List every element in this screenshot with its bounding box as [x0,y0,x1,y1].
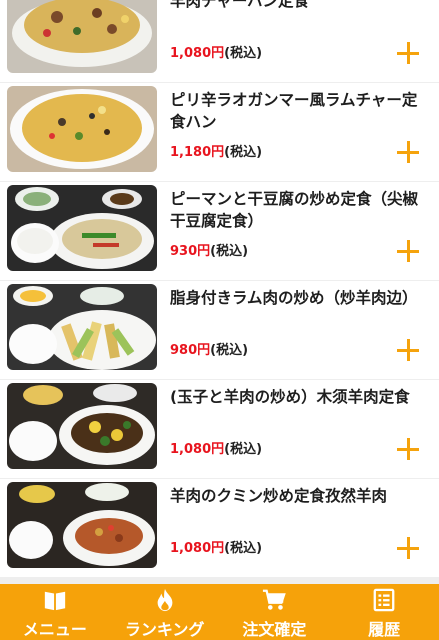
tab-label: 履歴 [368,620,401,639]
tax-label: (税込) [224,46,263,61]
price-value: 930円 [170,244,211,259]
tab-confirm-order[interactable]: 注文確定 [220,584,330,640]
tax-label: (税込) [210,343,249,358]
tab-menu[interactable]: メニュー [0,584,110,640]
tax-label: (税込) [210,244,249,259]
tax-label: (税込) [224,145,263,160]
menu-item-price: 1,080円(税込) [170,46,262,62]
menu-item-name: 羊肉チャーハン定食 [170,0,310,10]
add-to-cart-plus-icon[interactable] [397,141,419,163]
tab-label: ランキング [124,620,205,639]
food-photo [7,482,157,568]
price-value: 1,180円 [170,145,225,160]
food-photo [7,185,157,271]
menu-item-name: (玉子と羊肉の炒め）木须羊肉定食 [170,388,410,406]
menu-item-name: 脂身付きラム肉の炒め（炒羊肉边） [170,289,418,307]
cart-icon [263,589,287,610]
menu-item-card[interactable]: ピーマンと干豆腐の炒め定食（尖椒干豆腐定食） 930円(税込) [0,182,439,280]
tab-history[interactable]: 履歴 [329,584,439,640]
food-photo [7,284,157,370]
tax-label: (税込) [224,541,263,556]
add-to-cart-plus-icon[interactable] [397,537,419,559]
menu-list: 羊肉チャーハン定食 1,080円(税込) ピリ辛ラオガンマー風ラムチャー定食ハン… [0,0,439,578]
book-icon [44,591,66,611]
menu-item-card[interactable]: 羊肉チャーハン定食 1,080円(税込) [0,0,439,82]
history-list-icon [373,588,395,612]
bottom-tab-bar: メニュー ランキング 注文確定 履歴 [0,584,439,640]
menu-item-name: 羊肉のクミン炒め定食孜然羊肉 [170,487,388,505]
flame-icon [157,588,173,612]
menu-item-name: ピリ辛ラオガンマー風ラムチャー定食ハン [170,91,418,131]
price-value: 980円 [170,343,211,358]
menu-item-card[interactable]: ピリ辛ラオガンマー風ラムチャー定食ハン 1,180円(税込) [0,83,439,181]
menu-item-name: ピーマンと干豆腐の炒め定食（尖椒干豆腐定食） [170,190,419,230]
add-to-cart-plus-icon[interactable] [397,438,419,460]
menu-item-price: 1,080円(税込) [170,442,262,458]
menu-item-card[interactable]: 脂身付きラム肉の炒め（炒羊肉边） 980円(税込) [0,281,439,379]
food-photo [7,0,157,73]
add-to-cart-plus-icon[interactable] [397,240,419,262]
menu-item-price: 1,180円(税込) [170,145,262,161]
price-value: 1,080円 [170,46,225,61]
add-to-cart-plus-icon[interactable] [397,339,419,361]
tab-label: メニュー [22,620,87,639]
menu-item-card[interactable]: (玉子と羊肉の炒め）木须羊肉定食 1,080円(税込) [0,380,439,478]
add-to-cart-plus-icon[interactable] [397,42,419,64]
menu-item-card[interactable]: 羊肉のクミン炒め定食孜然羊肉 1,080円(税込) [0,479,439,577]
price-value: 1,080円 [170,442,225,457]
menu-item-price: 930円(税込) [170,244,248,260]
tab-label: 注文確定 [242,620,307,639]
food-photo [7,86,157,172]
tax-label: (税込) [224,442,263,457]
food-photo [7,383,157,469]
menu-item-price: 980円(税込) [170,343,248,359]
menu-item-price: 1,080円(税込) [170,541,262,557]
price-value: 1,080円 [170,541,225,556]
tab-ranking[interactable]: ランキング [110,584,220,640]
